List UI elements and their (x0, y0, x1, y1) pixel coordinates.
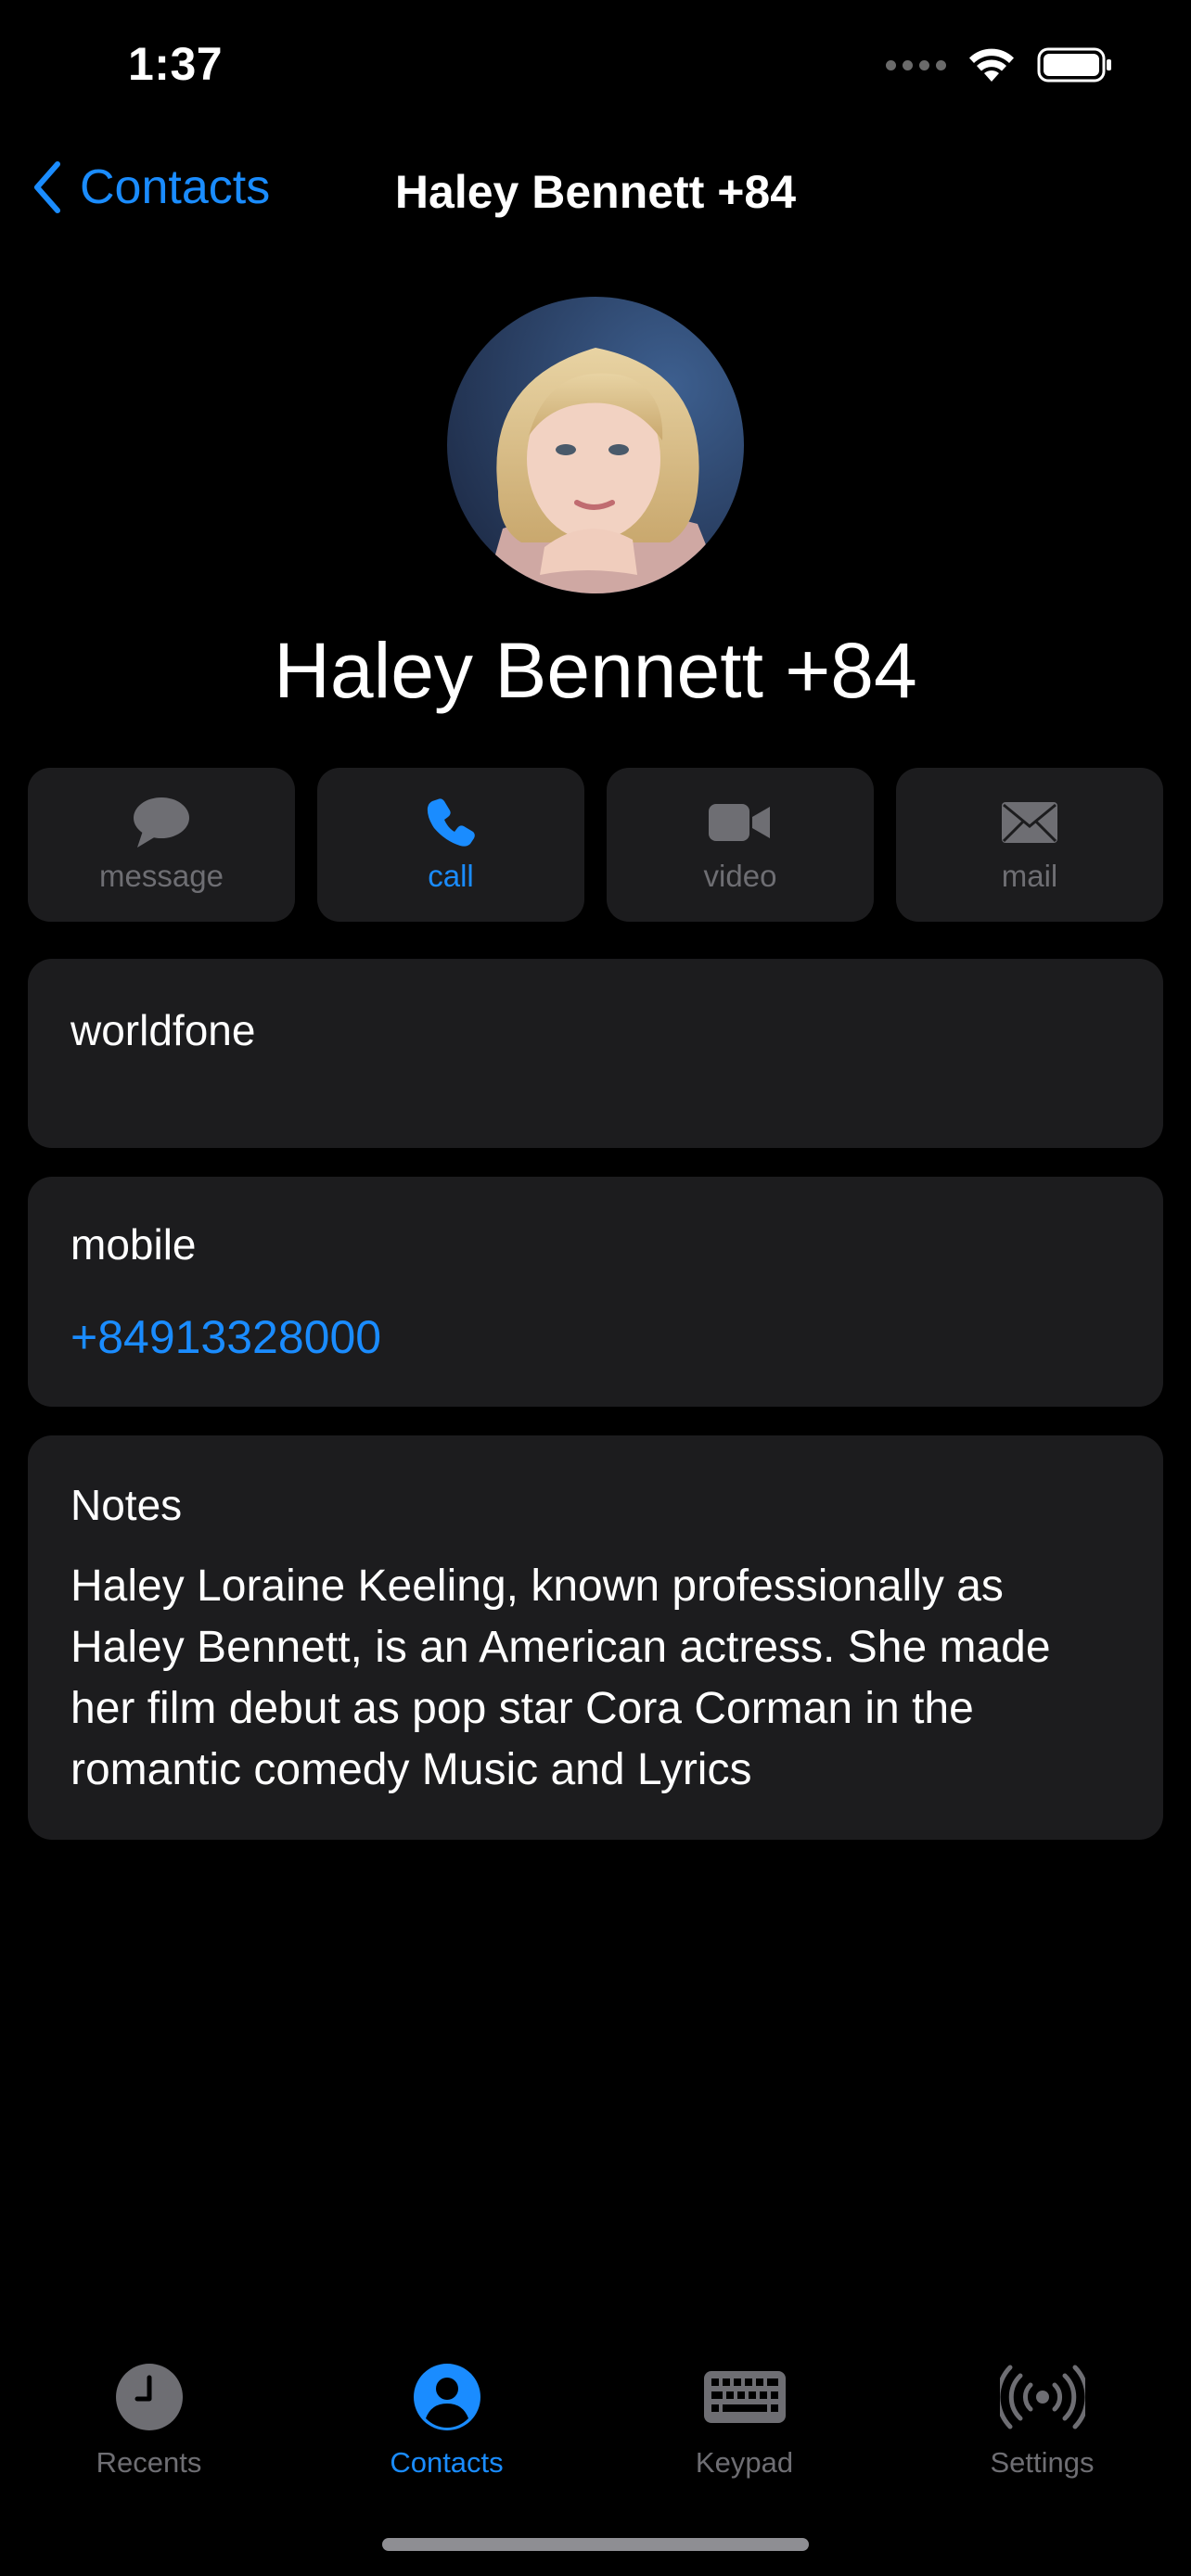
keyboard-icon (703, 2371, 786, 2423)
message-button-label: message (99, 859, 224, 893)
phone-icon (427, 798, 475, 847)
call-button[interactable]: call (317, 768, 584, 922)
mobile-phone-number-link[interactable]: +84913328000 (70, 1310, 381, 1364)
broadcast-icon (999, 2365, 1085, 2429)
person-circle-icon (413, 2364, 480, 2430)
contact-detail-screen: 1:37 Contacts Haley Bennett +84 Haley Be… (0, 0, 1191, 2576)
tab-bar: Recents Contacts Keypad Settings (0, 2355, 1191, 2504)
quick-actions: message call video mail (28, 768, 1163, 922)
home-indicator[interactable] (382, 2538, 809, 2551)
tab-keypad[interactable]: Keypad (596, 2355, 893, 2480)
wifi-icon (969, 48, 1014, 82)
video-camera-icon (709, 804, 770, 841)
notes-card: Notes Haley Loraine Keeling, known profe… (28, 1435, 1163, 1840)
tab-settings-label: Settings (990, 2446, 1095, 2479)
tab-recents-label: Recents (96, 2446, 202, 2479)
tab-keypad-label: Keypad (695, 2446, 794, 2479)
notes-label: Notes (70, 1481, 183, 1529)
tab-contacts[interactable]: Contacts (298, 2355, 596, 2480)
message-button[interactable]: message (28, 768, 295, 922)
worldfone-label: worldfone (70, 1006, 256, 1054)
contact-name: Haley Bennett +84 (274, 627, 917, 714)
nav-title: Haley Bennett +84 (394, 166, 797, 218)
worldfone-field[interactable]: worldfone (28, 959, 1163, 1148)
video-button-label: video (703, 859, 777, 893)
message-bubble-icon (134, 797, 189, 848)
tab-contacts-label: Contacts (390, 2446, 504, 2479)
mobile-label: mobile (70, 1220, 197, 1269)
notes-text: Haley Loraine Keeling, known professiona… (70, 1562, 1051, 1794)
cellular-signal-icon (886, 59, 946, 70)
mail-button[interactable]: mail (896, 768, 1163, 922)
call-button-label: call (428, 859, 474, 893)
mail-button-label: mail (1001, 859, 1058, 893)
tab-recents[interactable]: Recents (0, 2355, 298, 2480)
status-time: 1:37 (128, 38, 224, 90)
status-indicators (886, 46, 1113, 83)
mobile-field: mobile +84913328000 (28, 1177, 1163, 1407)
clock-icon (115, 2364, 183, 2430)
envelope-icon (1002, 802, 1057, 843)
contact-avatar (447, 297, 744, 593)
battery-icon (1037, 47, 1111, 83)
video-button[interactable]: video (607, 768, 874, 922)
tab-settings[interactable]: Settings (893, 2355, 1191, 2480)
